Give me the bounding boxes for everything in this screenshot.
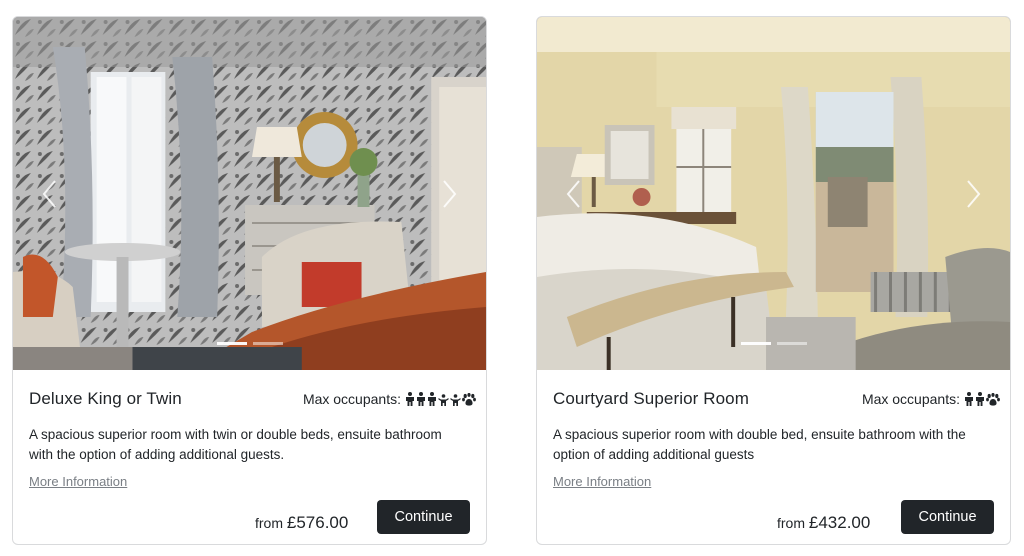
carousel-prev-button[interactable] bbox=[35, 177, 63, 211]
price-amount: £576.00 bbox=[286, 513, 349, 532]
adult-icon bbox=[965, 392, 973, 406]
chevron-left-icon bbox=[42, 180, 56, 208]
price-prefix: from bbox=[777, 515, 805, 531]
room-price: from £576.00 bbox=[255, 513, 348, 533]
carousel-indicator[interactable] bbox=[740, 342, 771, 345]
chevron-right-icon bbox=[967, 180, 981, 208]
carousel-indicator[interactable] bbox=[252, 342, 283, 345]
max-occupants-label: Max occupants: bbox=[861, 391, 960, 407]
adult-icon bbox=[417, 392, 425, 406]
room-image-carousel[interactable] bbox=[537, 17, 1010, 370]
room-image-carousel[interactable] bbox=[13, 17, 486, 370]
card-body: Deluxe King or Twin Max occupants: A spa… bbox=[13, 370, 486, 544]
max-occupants-label: Max occupants: bbox=[302, 391, 401, 407]
room-title: Courtyard Superior Room bbox=[553, 389, 749, 408]
room-title: Deluxe King or Twin bbox=[29, 389, 182, 408]
room-description: A spacious superior room with twin or do… bbox=[29, 427, 442, 462]
price-amount: £432.00 bbox=[808, 513, 871, 532]
chevron-right-icon bbox=[443, 180, 457, 208]
child-icon bbox=[438, 394, 449, 406]
chevron-left-icon bbox=[566, 180, 580, 208]
room-card: Courtyard Superior Room Max occupants: A… bbox=[536, 16, 1011, 545]
pet-icon bbox=[986, 392, 1000, 406]
max-occupants: Max occupants: bbox=[303, 391, 476, 407]
card-body: Courtyard Superior Room Max occupants: A… bbox=[537, 370, 1010, 544]
room-photo bbox=[13, 17, 486, 370]
adult-icon bbox=[406, 392, 414, 406]
occupant-icons bbox=[405, 392, 476, 406]
more-information-link[interactable]: More Information bbox=[29, 474, 127, 489]
continue-button[interactable]: Continue bbox=[377, 500, 470, 534]
occupant-icons bbox=[964, 392, 1000, 406]
carousel-next-button[interactable] bbox=[960, 177, 988, 211]
adult-icon bbox=[428, 392, 436, 406]
continue-button[interactable]: Continue bbox=[901, 500, 994, 534]
room-photo bbox=[537, 17, 1010, 370]
room-card: Deluxe King or Twin Max occupants: A spa… bbox=[12, 16, 487, 545]
max-occupants: Max occupants: bbox=[862, 391, 1000, 407]
adult-icon bbox=[976, 392, 984, 406]
carousel-indicator[interactable] bbox=[216, 342, 247, 345]
price-prefix: from bbox=[255, 515, 283, 531]
carousel-indicator[interactable] bbox=[776, 342, 807, 345]
room-description: A spacious superior room with double bed… bbox=[553, 427, 966, 462]
child-icon bbox=[450, 394, 461, 406]
carousel-indicators bbox=[13, 342, 486, 345]
carousel-next-button[interactable] bbox=[436, 177, 464, 211]
carousel-prev-button[interactable] bbox=[559, 177, 587, 211]
room-price: from £432.00 bbox=[777, 513, 870, 533]
more-information-link[interactable]: More Information bbox=[553, 474, 651, 489]
pet-icon bbox=[462, 392, 476, 406]
carousel-indicators bbox=[537, 342, 1010, 345]
